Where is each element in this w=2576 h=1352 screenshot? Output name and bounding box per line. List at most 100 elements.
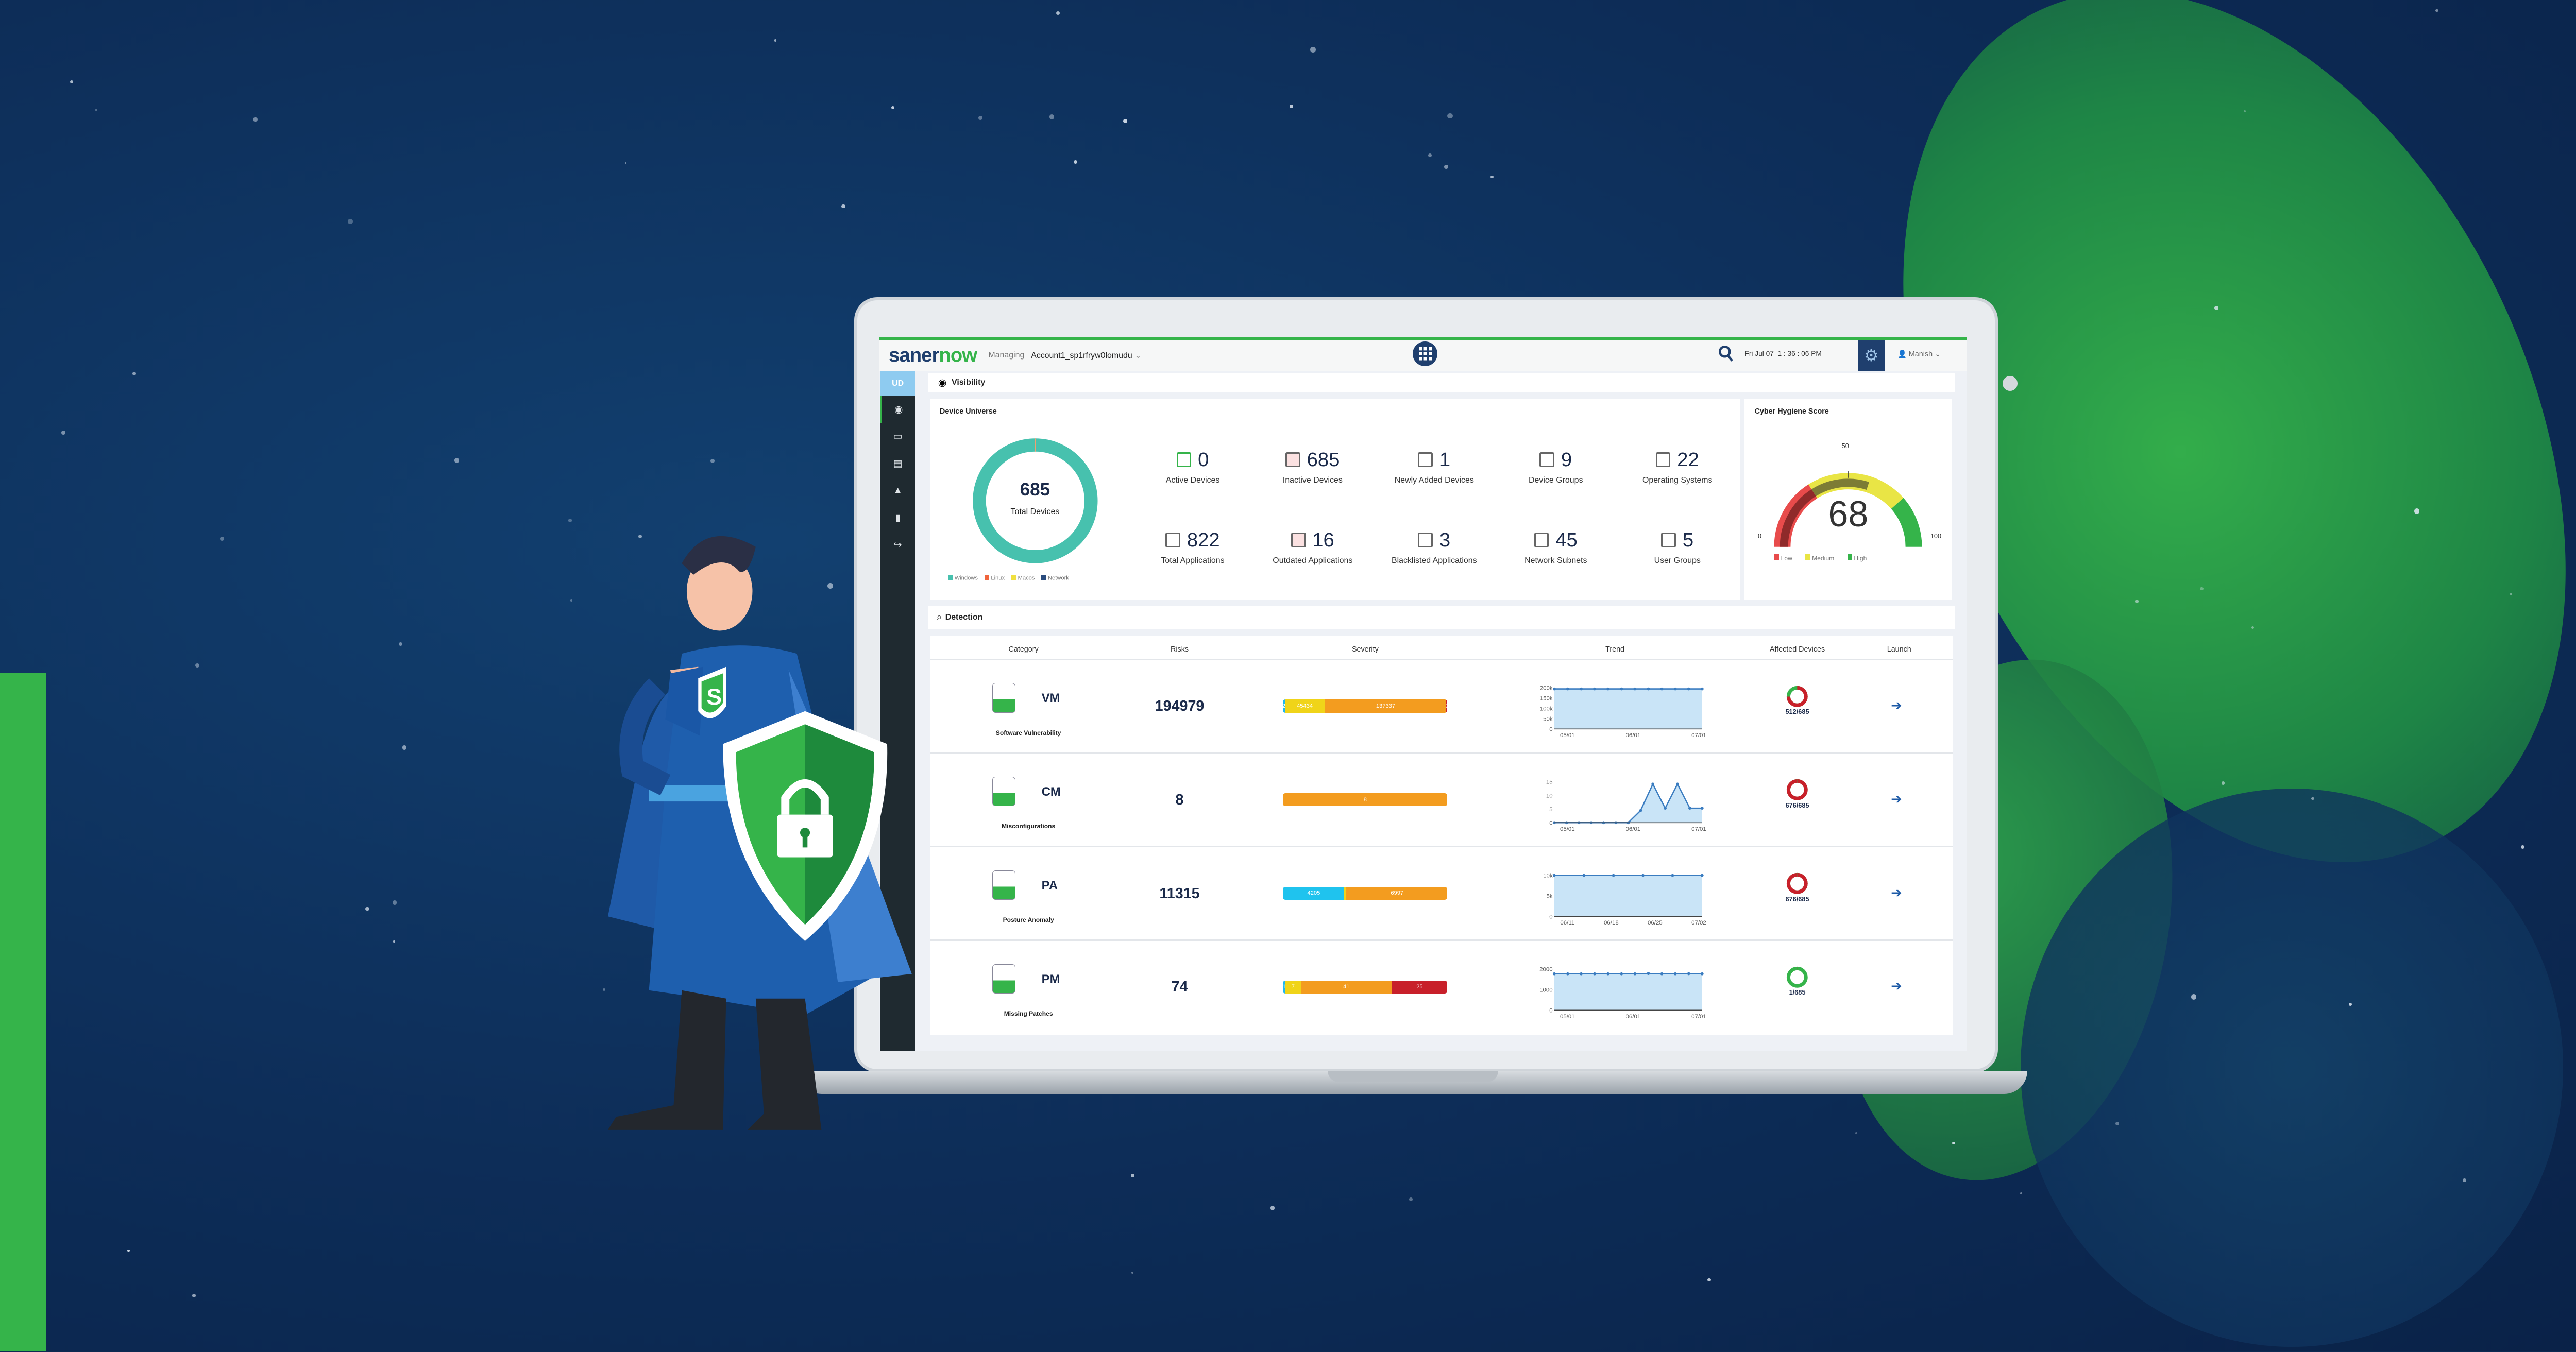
star-dot	[95, 109, 98, 111]
x-tick-label: 05/01	[1560, 1014, 1575, 1020]
table-row[interactable]: VM Software Vulnerability 194979 2454341373…	[929, 658, 1954, 752]
launch-icon[interactable]: ➔	[1891, 885, 1907, 902]
table-row[interactable]: PM Missing Patches 74 174125 2000 1000 0 05/01 0…	[929, 939, 1954, 1033]
superhero-illustration: S	[607, 536, 912, 1130]
svg-text:S: S	[706, 684, 722, 710]
search-icon: ⌕	[936, 611, 942, 623]
risks-value: 8	[1175, 791, 1184, 808]
severity-segment: 8	[1283, 793, 1448, 807]
cyber-hygiene-card: Cyber Hygiene Score 68 0 50 100 Low Mediu…	[1744, 399, 1952, 600]
detection-table: Category Risks Severity Trend Affected Devic…	[929, 636, 1954, 1035]
launch-icon[interactable]: ➔	[1891, 698, 1907, 714]
trend-point	[1612, 874, 1615, 877]
x-tick-label: 06/25	[1648, 920, 1663, 926]
stat-network-subnets[interactable]: 45 Network Subnets	[1495, 529, 1617, 566]
x-tick-label: 07/01	[1691, 826, 1706, 832]
stat-label: Inactive Devices	[1282, 476, 1343, 485]
category-name: Posture Anomaly	[1003, 916, 1054, 924]
monitor-icon[interactable]: ▭	[880, 423, 915, 450]
y-tick-label: 15	[1546, 779, 1553, 785]
y-tick-label: 0	[1549, 914, 1552, 920]
stat-active-devices[interactable]: 0 Active Devices	[1132, 449, 1253, 486]
legend-swatch	[1041, 575, 1046, 580]
top-header: sanernow Managing Account1_sp1rfryw0lomu…	[879, 340, 1967, 371]
stat-inactive-devices[interactable]: 685 Inactive Devices	[1252, 449, 1374, 486]
y-tick-label: 10k	[1543, 873, 1553, 879]
stat-blacklisted-applications[interactable]: 3 Blacklisted Applications	[1374, 529, 1495, 566]
y-tick-label: 0	[1549, 727, 1552, 733]
trend-point	[1641, 874, 1645, 877]
severity-bar[interactable]: 8	[1283, 793, 1448, 807]
warning-icon[interactable]: ▲	[880, 477, 915, 504]
trend-point	[1663, 807, 1667, 810]
star-dot	[2520, 845, 2525, 849]
stat-value-row: 22	[1617, 449, 1738, 471]
detection-bar: ⌕ Detection	[928, 606, 1955, 629]
stat-device-groups[interactable]: 9 Device Groups	[1495, 449, 1617, 486]
device-groups-icon	[1539, 452, 1555, 467]
legend-item: Linux	[984, 575, 1005, 581]
stat-value-row: 45	[1495, 529, 1617, 552]
trend-point	[1671, 874, 1674, 877]
y-tick-label: 200k	[1540, 686, 1553, 692]
trend-point	[1606, 972, 1609, 976]
stat-label: User Groups	[1654, 556, 1701, 566]
vm-category-icon	[992, 683, 1015, 713]
x-tick-label: 05/01	[1560, 826, 1575, 832]
severity-segment: 45434	[1284, 699, 1325, 713]
legend-label: Linux	[991, 575, 1005, 581]
stat-outdated-applications[interactable]: 16 Outdated Applications	[1252, 529, 1374, 566]
grid-icon[interactable]	[1413, 341, 1438, 367]
star-dot	[2510, 593, 2513, 595]
managing-label: Managing	[988, 351, 1025, 360]
stat-label: Total Applications	[1161, 556, 1225, 566]
star-dot	[219, 536, 224, 541]
affected-devices-cell[interactable]: 676/685	[1773, 872, 1822, 903]
stat-label: Device Groups	[1529, 476, 1583, 485]
gauge-segment	[1780, 489, 1817, 547]
search-icon[interactable]	[1718, 345, 1734, 364]
affected-devices-cell[interactable]: 676/685	[1773, 778, 1822, 809]
legend-item: High	[1847, 553, 1867, 561]
severity-bar[interactable]: 4205 6997	[1283, 886, 1448, 900]
star-dot	[1131, 1271, 1133, 1274]
account-selector[interactable]: Account1_sp1rfryw0lomudu ⌄	[1031, 350, 1141, 361]
star-dot	[978, 115, 983, 120]
stat-user-groups[interactable]: 5 User Groups	[1617, 529, 1738, 566]
severity-bar[interactable]: 24543413733796	[1283, 699, 1448, 713]
stat-value: 0	[1198, 448, 1209, 471]
table-row[interactable]: PA Posture Anomaly 11315 4205 6997 10k 5k 0 06/1…	[929, 846, 1954, 939]
table-row[interactable]: CM Misconfigurations 8 8 15 10 5 0 05/01 06/01 07/…	[929, 752, 1954, 846]
sidebar-item-ud[interactable]: UD	[880, 371, 916, 396]
stat-total-applications[interactable]: 822 Total Applications	[1132, 529, 1253, 566]
legend-item: Medium	[1805, 553, 1834, 561]
stat-operating-systems[interactable]: 22 Operating Systems	[1617, 449, 1738, 486]
affected-donut	[1787, 779, 1808, 801]
user-menu[interactable]: 👤 Manish ⌄	[1897, 350, 1941, 358]
star-dot	[1409, 1197, 1413, 1201]
severity-bar[interactable]: 174125	[1283, 980, 1448, 994]
severity-segment: 25	[1392, 980, 1448, 994]
datetime: Fri Jul 07 1 : 36 : 06 PM	[1744, 350, 1822, 358]
detection-title: Detection	[945, 612, 983, 622]
eye-icon[interactable]: ◉	[880, 396, 915, 423]
gear-icon[interactable]: ⚙	[1858, 340, 1885, 371]
star-dot	[710, 459, 715, 463]
affected-donut	[1787, 872, 1808, 894]
user-name: Manish	[1908, 350, 1933, 359]
affected-devices-cell[interactable]: 1/685	[1773, 966, 1822, 996]
severity-segment: 137337	[1325, 699, 1447, 713]
legend-swatch	[947, 575, 953, 580]
list-icon[interactable]: ▤	[880, 450, 915, 477]
launch-icon[interactable]: ➔	[1891, 792, 1907, 808]
stat-newly-added-devices[interactable]: 1 Newly Added Devices	[1374, 449, 1495, 486]
logo[interactable]: sanernow	[889, 344, 977, 367]
launch-icon[interactable]: ➔	[1891, 979, 1907, 995]
affected-devices-cell[interactable]: 512/685	[1773, 685, 1822, 715]
y-tick-label: 1000	[1539, 987, 1553, 993]
trend-point	[1700, 688, 1704, 691]
unaffected-arc	[1787, 966, 1808, 988]
trend-point	[1660, 972, 1664, 976]
stat-value: 685	[1307, 448, 1340, 471]
star-dot	[402, 745, 407, 750]
